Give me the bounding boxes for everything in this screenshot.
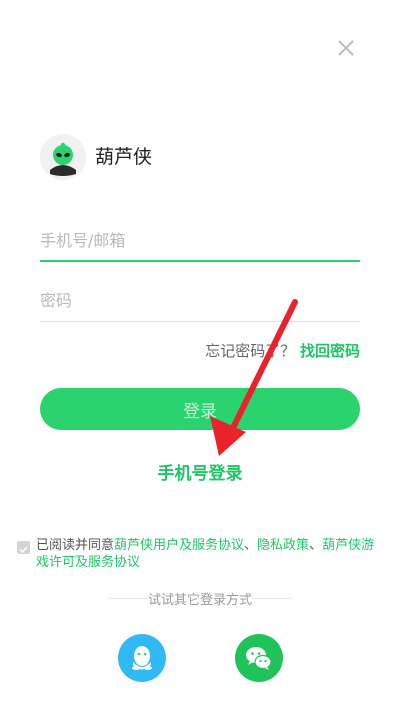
agreement-separator: 、: [309, 538, 323, 553]
agreement-text: 已阅读并同意葫芦侠用户及服务协议、隐私政策、葫芦侠游戏许可及服务协议: [36, 537, 386, 571]
qq-login-button[interactable]: [118, 634, 166, 682]
agreement-checkbox[interactable]: [17, 541, 30, 554]
account-input[interactable]: [40, 220, 360, 260]
account-underline: [40, 260, 360, 262]
password-input[interactable]: [40, 280, 360, 320]
login-button[interactable]: 登录: [40, 388, 360, 430]
divider-right: [252, 598, 292, 599]
close-icon: [338, 40, 354, 56]
close-button[interactable]: [332, 34, 360, 62]
app-name: 葫芦侠: [95, 146, 153, 168]
privacy-policy-link[interactable]: 隐私政策: [257, 538, 309, 553]
check-icon: [19, 546, 28, 554]
other-login-title: 试试其它登录方式: [147, 593, 252, 608]
qq-icon: [132, 646, 152, 670]
recover-password-link[interactable]: 找回密码: [300, 342, 360, 360]
phone-login-row: 手机号登录: [0, 459, 400, 484]
phone-login-link[interactable]: 手机号登录: [158, 464, 243, 484]
user-service-agreement-link[interactable]: 葫芦侠用户及服务协议: [114, 538, 244, 553]
agreement-prefix: 已阅读并同意: [36, 538, 115, 553]
app-logo: [40, 134, 86, 180]
forgot-password-row: 忘记密码了？ 找回密码: [205, 341, 360, 361]
password-underline: [40, 321, 360, 322]
alien-logo-icon: [40, 134, 86, 180]
forgot-password-text: 忘记密码了？: [205, 342, 296, 360]
agreement-separator: 、: [244, 538, 258, 553]
wechat-icon: [246, 647, 272, 670]
wechat-login-button[interactable]: [235, 634, 283, 682]
